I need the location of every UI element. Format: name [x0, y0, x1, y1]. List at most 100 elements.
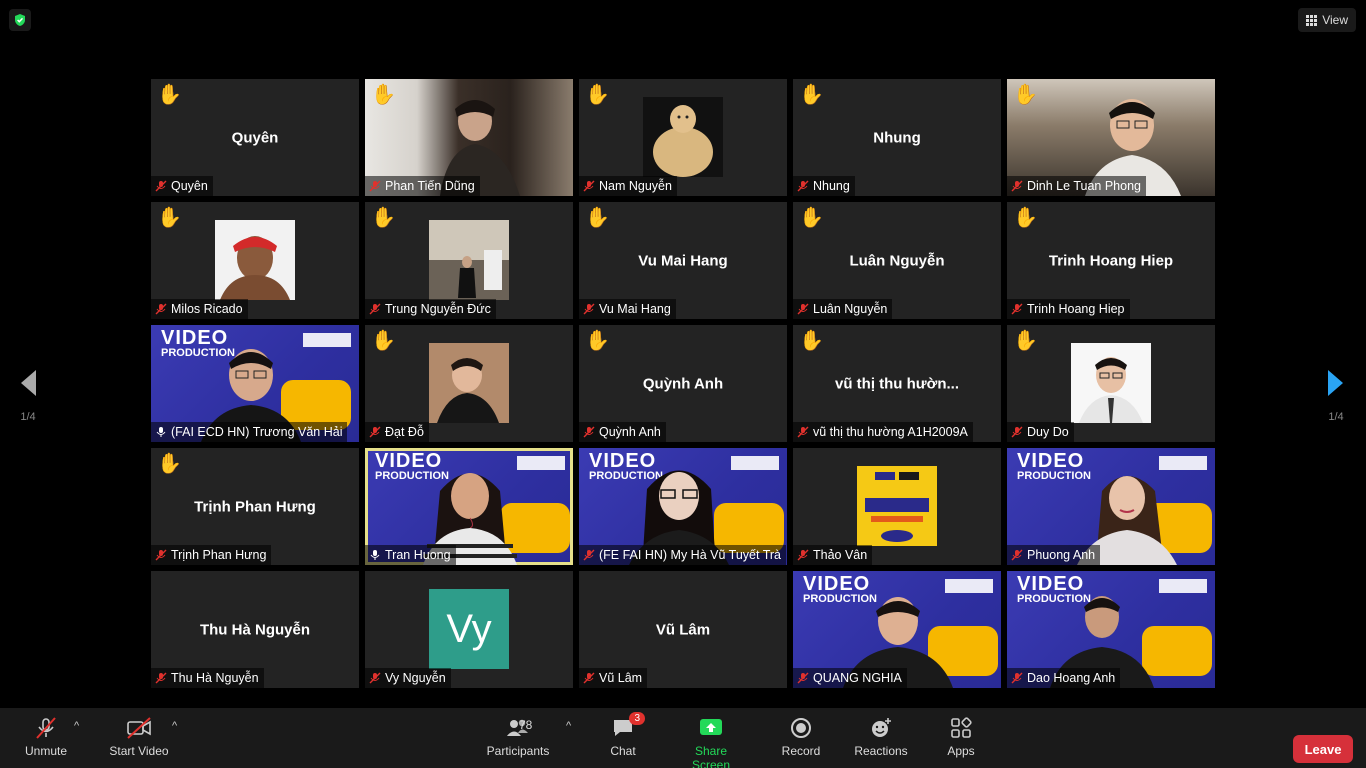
start-video-button[interactable]: Start Video	[107, 716, 171, 758]
participant-center-name: Trịnh Phan Hưng	[194, 498, 316, 515]
profile-photo-avatar	[429, 220, 509, 300]
participant-tile[interactable]: ✋ Duy Do	[1007, 325, 1215, 442]
participant-label: QUANG NGHIA	[793, 668, 907, 688]
participant-label: Thảo Vân	[793, 545, 873, 565]
active-speaker-tile[interactable]: VIDEO PRODUCTION Tran Huong	[365, 448, 573, 565]
mic-muted-icon	[369, 672, 381, 684]
participant-label: Nam Nguyễn	[579, 176, 677, 196]
raised-hand-icon: ✋	[371, 207, 396, 229]
raised-hand-icon: ✋	[157, 207, 182, 229]
page-indicator-right: 1/4	[1328, 411, 1344, 423]
mic-muted-icon	[797, 672, 809, 684]
start-video-label: Start Video	[109, 744, 169, 758]
unmute-button[interactable]: Unmute	[22, 716, 70, 758]
participants-button[interactable]: 78 Participants	[485, 716, 551, 758]
participant-tile[interactable]: ✋ Milos Ricado	[151, 202, 359, 319]
participant-tile[interactable]: ✋ Phan Tiến Dũng	[365, 79, 573, 196]
participant-label: Dinh Le Tuan Phong	[1007, 176, 1146, 196]
apps-button[interactable]: Apps	[944, 716, 978, 758]
participant-tile[interactable]: ✋ Trịnh Phan Hưng Trịnh Phan Hưng	[151, 448, 359, 565]
mic-muted-icon	[1011, 426, 1023, 438]
share-screen-label: Share Screen	[691, 744, 731, 768]
chat-button[interactable]: 3 Chat	[605, 712, 645, 758]
participant-center-name: Thu Hà Nguyễn	[199, 621, 310, 638]
record-icon	[791, 718, 811, 738]
participants-options-caret[interactable]: ^	[566, 720, 571, 732]
participant-tile[interactable]: VIDEO PRODUCTION Phuong Anh	[1007, 448, 1215, 565]
participant-tile[interactable]: ✋ Dinh Le Tuan Phong	[1007, 79, 1215, 196]
mic-muted-icon	[1011, 672, 1023, 684]
mic-muted-icon	[583, 426, 595, 438]
participants-count: 78	[519, 718, 533, 732]
mic-muted-icon	[797, 549, 809, 561]
participant-center-name: Quyên	[231, 129, 279, 146]
mic-muted-icon	[583, 672, 595, 684]
view-label: View	[1322, 13, 1348, 27]
profile-photo-avatar	[1071, 343, 1151, 423]
share-screen-button[interactable]: Share Screen	[675, 716, 747, 768]
participant-label: (FE FAI HN) My Hà Vũ Tuyết Trà	[579, 545, 786, 565]
meeting-toolbar: Unmute ^ Start Video ^ 78 Participants ^…	[0, 708, 1366, 768]
mic-muted-icon	[369, 180, 381, 192]
raised-hand-icon: ✋	[157, 453, 182, 475]
participant-label: Vũ Lâm	[579, 668, 648, 688]
mic-active-icon	[156, 427, 166, 437]
participant-tile[interactable]: Thu Hà Nguyễn Thu Hà Nguyễn	[151, 571, 359, 688]
unmute-label: Unmute	[24, 744, 68, 758]
raised-hand-icon: ✋	[371, 84, 396, 106]
participant-label: Phuong Anh	[1007, 545, 1101, 565]
participant-tile[interactable]: Vũ Lâm Vũ Lâm	[579, 571, 787, 688]
participant-tile[interactable]: Thảo Vân	[793, 448, 1001, 565]
participant-tile[interactable]: VIDEO PRODUCTION Dao Hoang Anh	[1007, 571, 1215, 688]
raised-hand-icon: ✋	[799, 84, 824, 106]
mic-muted-icon	[797, 180, 809, 192]
chevron-left-icon	[21, 370, 36, 396]
mic-muted-icon	[155, 303, 167, 315]
participant-tile[interactable]: ✋ Trung Nguyễn Đức	[365, 202, 573, 319]
participant-center-name: Luân Nguyễn	[849, 252, 945, 269]
mic-muted-icon	[797, 303, 809, 315]
participant-tile[interactable]: ✋ vũ thị thu hườn... vũ thị thu hường A1…	[793, 325, 1001, 442]
security-shield-icon[interactable]	[9, 9, 31, 31]
profile-photo-avatar	[215, 220, 295, 300]
participant-label: Nhung	[793, 176, 855, 196]
participant-label: Trinh Hoang Hiep	[1007, 299, 1130, 319]
participant-tile[interactable]: ✋ Quỳnh Anh Quỳnh Anh	[579, 325, 787, 442]
participant-tile[interactable]: ✋ Đạt Đỗ	[365, 325, 573, 442]
chat-label: Chat	[610, 744, 636, 758]
raised-hand-icon: ✋	[585, 84, 610, 106]
participant-label: Trung Nguyễn Đức	[365, 299, 496, 319]
prev-page-button[interactable]: 1/4	[8, 368, 48, 423]
view-button[interactable]: View	[1298, 8, 1356, 32]
participant-tile[interactable]: ✋ Vu Mai Hang Vu Mai Hang	[579, 202, 787, 319]
next-page-button[interactable]: 1/4	[1316, 368, 1356, 423]
participant-tile[interactable]: VIDEO PRODUCTION QUANG NGHIA	[793, 571, 1001, 688]
participant-tile[interactable]: ✋ Nhung Nhung	[793, 79, 1001, 196]
raised-hand-icon: ✋	[371, 330, 396, 352]
reactions-button[interactable]: Reactions	[853, 716, 909, 758]
participant-label: Milos Ricado	[151, 299, 248, 319]
raised-hand-icon: ✋	[585, 207, 610, 229]
participant-tile[interactable]: ✋ Trinh Hoang Hiep Trinh Hoang Hiep	[1007, 202, 1215, 319]
initial-avatar: Vy	[429, 589, 509, 669]
participant-tile[interactable]: ✋ Luân Nguyễn Luân Nguyễn	[793, 202, 1001, 319]
leave-button[interactable]: Leave	[1293, 735, 1353, 763]
page-indicator-left: 1/4	[20, 411, 36, 423]
raised-hand-icon: ✋	[1013, 207, 1038, 229]
raised-hand-icon: ✋	[585, 330, 610, 352]
apps-icon	[951, 717, 972, 738]
mic-muted-icon	[369, 303, 381, 315]
video-options-caret[interactable]: ^	[172, 720, 177, 732]
participant-tile[interactable]: ✋ Quyên Quyên	[151, 79, 359, 196]
record-button[interactable]: Record	[779, 716, 823, 758]
participant-tile[interactable]: VIDEO PRODUCTION (FAI ECD HN) Trương Văn…	[151, 325, 359, 442]
participant-label: Duy Do	[1007, 422, 1074, 442]
participant-tile[interactable]: ✋ Nam Nguyễn	[579, 79, 787, 196]
camera-off-icon	[127, 717, 151, 739]
participant-label: Đạt Đỗ	[365, 422, 429, 442]
audio-options-caret[interactable]: ^	[74, 720, 79, 732]
mic-muted-icon	[155, 549, 167, 561]
participant-tile[interactable]: Vy Vy Nguyễn	[365, 571, 573, 688]
participant-center-name: Nhung	[873, 129, 921, 146]
participant-tile[interactable]: VIDEO PRODUCTION (FE FAI HN) My Hà Vũ Tu…	[579, 448, 787, 565]
